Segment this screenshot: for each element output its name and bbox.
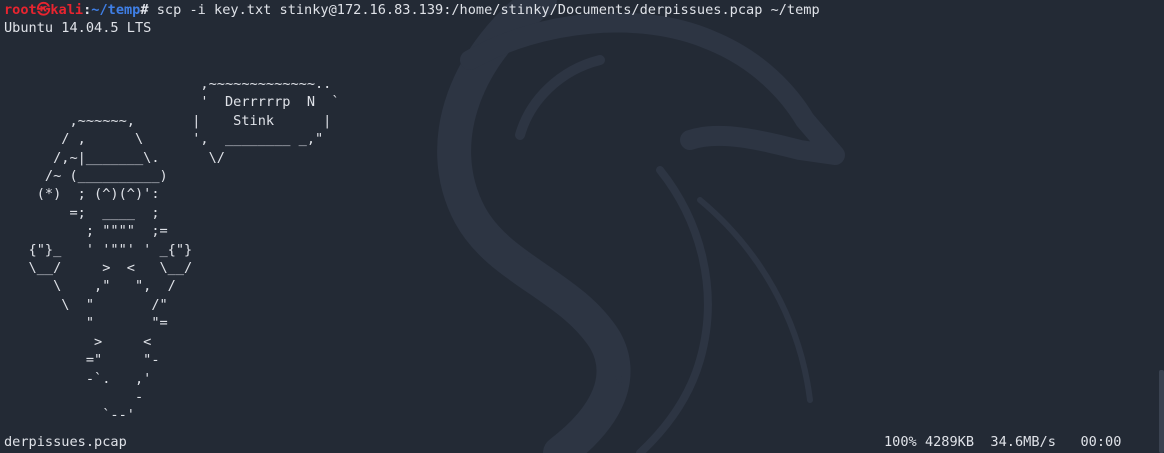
transfer-size: 4289KB: [924, 434, 975, 450]
os-banner: Ubuntu 14.04.5 LTS: [4, 20, 152, 36]
transfer-rate: 34.6MB/s: [990, 434, 1056, 450]
ascii-art-banner: ,~~~~~~~~~~~~~.. ' Derrrrrp N ` ,~~~~~~,…: [28, 76, 340, 424]
transfer-eta: 00:00: [1080, 434, 1122, 450]
command-prompt-line[interactable]: root㉿kali:~/temp# scp -i key.txt stinky@…: [4, 1, 820, 19]
transfer-progress: 100% 4289KB 34.6MB/s 00:00: [884, 433, 1121, 451]
prompt-directory: ~/temp: [91, 2, 141, 18]
transfer-filename: derpissues.pcap: [4, 434, 127, 450]
command-text: scp -i key.txt stinky@172.16.83.139:/hom…: [148, 2, 820, 18]
prompt-user-host: root㉿kali: [4, 2, 84, 18]
scrollbar[interactable]: [1158, 0, 1164, 453]
terminal-window[interactable]: root㉿kali:~/temp# scp -i key.txt stinky@…: [0, 0, 1164, 453]
scrollbar-thumb[interactable]: [1159, 370, 1164, 453]
prompt-symbol: #: [140, 2, 149, 18]
transfer-percent: 100%: [884, 434, 917, 450]
